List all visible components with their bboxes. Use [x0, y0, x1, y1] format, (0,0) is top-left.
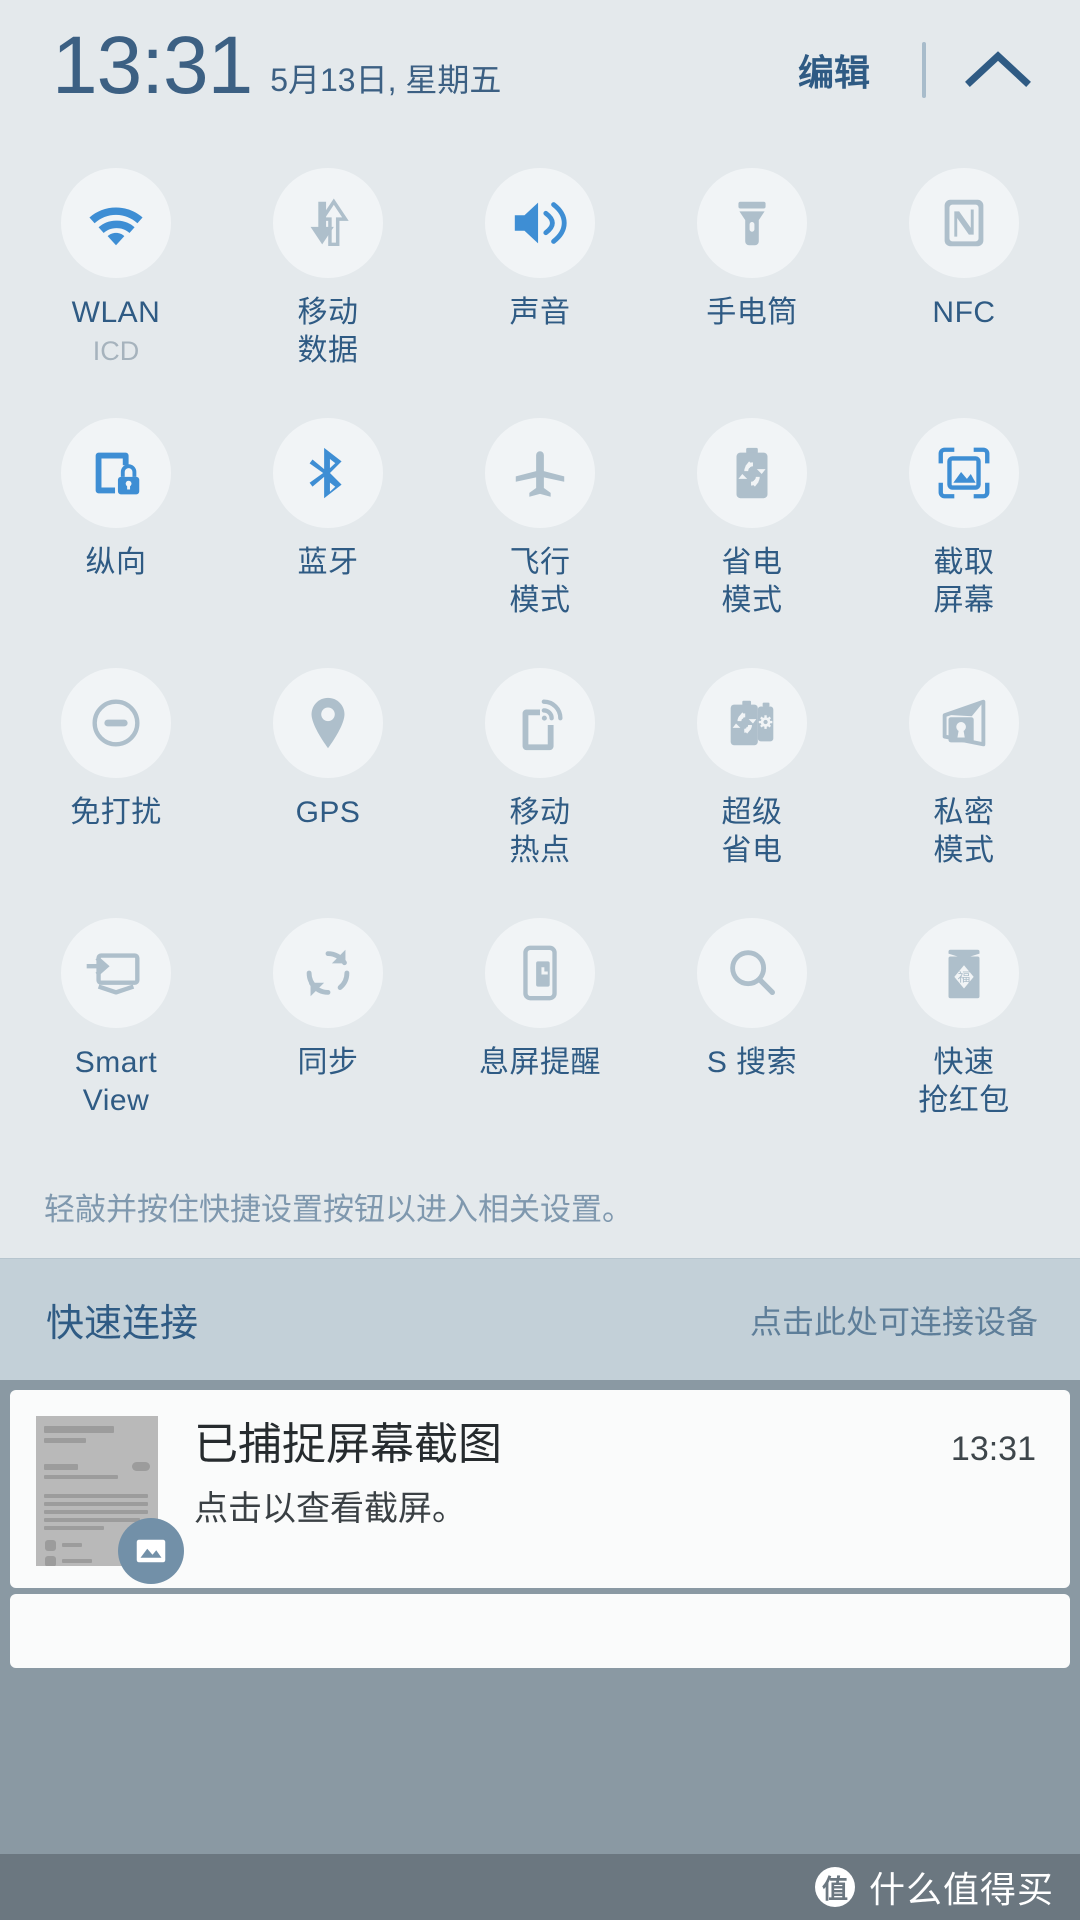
notification-text: 已捕捉屏幕截图 点击以查看截屏。 [158, 1412, 951, 1529]
quick-toggle-mobile-data[interactable]: 移动 数据 [222, 140, 434, 390]
sound-icon [485, 168, 595, 278]
quick-toggle-label: S 搜索 [706, 1046, 798, 1079]
flashlight-icon [697, 168, 807, 278]
quick-toggle-label: 手电筒 [706, 296, 798, 329]
svg-text:福: 福 [958, 970, 971, 985]
quick-toggle-always-on-display[interactable]: 息屏提醒 [434, 890, 646, 1140]
notification-item[interactable]: 已捕捉屏幕截图 点击以查看截屏。 13:31 [10, 1390, 1070, 1588]
quick-toggle-label: NFC [932, 296, 996, 329]
quick-toggle-bluetooth[interactable]: 蓝牙 [222, 390, 434, 640]
quick-toggle-hotspot[interactable]: 移动 热点 [434, 640, 646, 890]
quick-toggle-red-envelope[interactable]: 福快速 抢红包 [858, 890, 1070, 1140]
wifi-icon [61, 168, 171, 278]
watermark-text: 什么值得买 [868, 1869, 1054, 1910]
notification-title: 已捕捉屏幕截图 [194, 1420, 502, 1469]
quick-toggle-sound[interactable]: 声音 [434, 140, 646, 390]
private-mode-icon [909, 668, 1019, 778]
quick-toggle-nfc[interactable]: NFC [858, 140, 1070, 390]
notification-area: 已捕捉屏幕截图 点击以查看截屏。 13:31 [0, 1380, 1080, 1854]
quick-toggle-label: 移动 热点 [509, 796, 571, 868]
quick-connect-row[interactable]: 快速连接 点击此处可连接设备 [0, 1258, 1080, 1380]
do-not-disturb-icon [61, 668, 171, 778]
hotspot-icon [485, 668, 595, 778]
clock-date: 5月13日, 星期五 [270, 62, 502, 98]
quick-toggle-private-mode[interactable]: 私密 模式 [858, 640, 1070, 890]
quick-toggle-label: 蓝牙 [297, 546, 359, 579]
search-icon [697, 918, 807, 1028]
quick-toggle-flashlight[interactable]: 手电筒 [646, 140, 858, 390]
mobile-data-icon [273, 168, 383, 278]
notification-time: 13:31 [950, 1430, 1036, 1468]
quick-toggle-label: WLAN [71, 296, 161, 329]
quick-toggle-label: Smart View [74, 1046, 158, 1118]
smart-view-icon [61, 918, 171, 1028]
power-saving-icon [697, 418, 807, 528]
notification-placeholder [10, 1594, 1070, 1668]
quick-toggle-label: 飞行 模式 [509, 546, 571, 618]
quick-toggle-label: 免打扰 [70, 796, 162, 829]
quick-toggle-smart-view[interactable]: Smart View [10, 890, 222, 1140]
quick-connect-action[interactable]: 点击此处可连接设备 [750, 1297, 1038, 1343]
screenshot-icon [909, 418, 1019, 528]
quick-settings-hint: 轻敲并按住快捷设置按钮以进入相关设置。 [44, 1192, 633, 1227]
quick-toggle-location-pin[interactable]: GPS [222, 640, 434, 890]
quick-toggle-rotation-lock[interactable]: 纵向 [10, 390, 222, 640]
quick-toggle-sublabel: ICD [92, 336, 140, 367]
notification-thumbnail-wrap [36, 1416, 184, 1584]
watermark-bar: 值 什么值得买 [0, 1854, 1080, 1920]
clock-time: 13:31 [52, 20, 253, 111]
red-envelope-icon: 福 [909, 918, 1019, 1028]
quick-toggle-wifi[interactable]: WLAN ICD [10, 140, 222, 390]
quick-toggle-label: 纵向 [85, 546, 147, 579]
quick-toggle-power-saving[interactable]: 省电 模式 [646, 390, 858, 640]
quick-toggle-label: 截取 屏幕 [933, 546, 995, 618]
quick-settings-panel: 13:31 5月13日, 星期五 编辑 WLAN ICD 移动 数据 声音 手电筒 NFC… [0, 0, 1080, 1920]
quick-toggle-search[interactable]: S 搜索 [646, 890, 858, 1140]
quick-toggle-screenshot[interactable]: 截取 屏幕 [858, 390, 1070, 640]
quick-toggle-label: 私密 模式 [933, 796, 995, 868]
rotation-lock-icon [61, 418, 171, 528]
notification-body: 点击以查看截屏。 [194, 1489, 466, 1528]
quick-toggle-label: 超级 省电 [721, 796, 783, 868]
airplane-icon [485, 418, 595, 528]
quick-toggle-label: 快速 抢红包 [918, 1046, 1010, 1118]
quick-toggle-airplane[interactable]: 飞行 模式 [434, 390, 646, 640]
quick-toggle-label: 省电 模式 [721, 546, 783, 618]
status-header: 13:31 5月13日, 星期五 编辑 [0, 0, 1080, 140]
quick-settings-grid: WLAN ICD 移动 数据 声音 手电筒 NFC 纵向 蓝牙 飞行 模式 省电 模式 截取 屏幕免… [0, 140, 1080, 1140]
sync-icon [273, 918, 383, 1028]
image-icon [118, 1518, 184, 1584]
chevron-up-icon[interactable] [962, 42, 1034, 98]
quick-toggle-ultra-power-saving[interactable]: 超级 省电 [646, 640, 858, 890]
quick-toggle-label: 移动 数据 [297, 296, 359, 368]
edit-button[interactable]: 编辑 [788, 38, 880, 102]
quick-connect-title: 快速连接 [46, 1303, 199, 1345]
quick-toggle-do-not-disturb[interactable]: 免打扰 [10, 640, 222, 890]
quick-toggle-label: 同步 [297, 1046, 359, 1079]
ultra-power-saving-icon [697, 668, 807, 778]
quick-toggle-label: 声音 [509, 296, 571, 329]
nfc-icon [909, 168, 1019, 278]
bluetooth-icon [273, 418, 383, 528]
quick-toggle-label: 息屏提醒 [479, 1046, 601, 1079]
quick-toggle-label: GPS [295, 796, 361, 829]
smzdm-logo-icon: 值 [814, 1867, 855, 1907]
always-on-display-icon [485, 918, 595, 1028]
quick-toggle-sync[interactable]: 同步 [222, 890, 434, 1140]
location-pin-icon [273, 668, 383, 778]
header-divider [922, 42, 926, 98]
